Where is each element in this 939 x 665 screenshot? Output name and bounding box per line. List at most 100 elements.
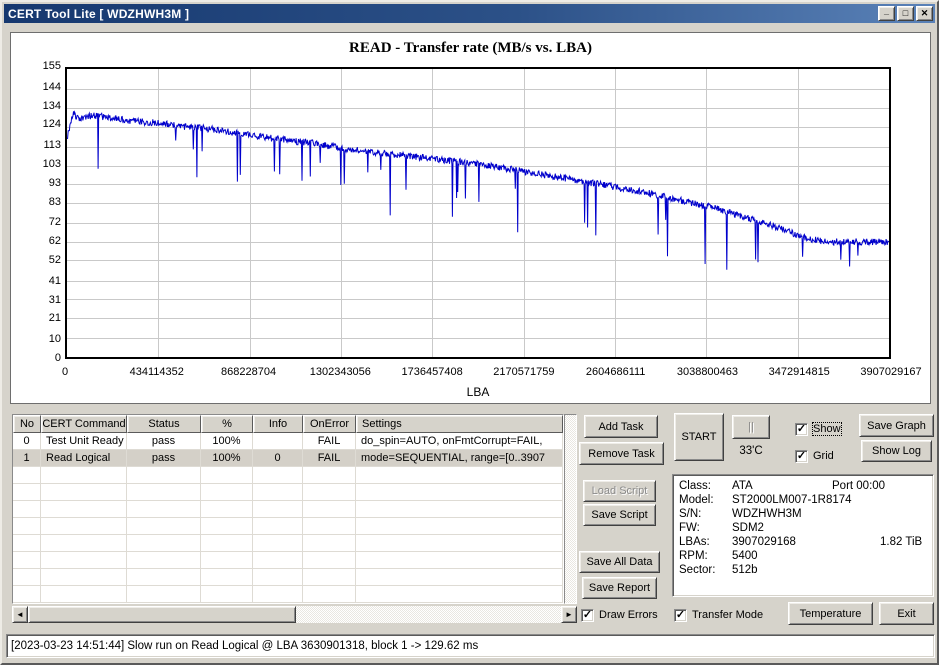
remove-task-button[interactable]: Remove Task: [579, 442, 664, 465]
show-checkbox[interactable]: ✓: [795, 423, 808, 436]
column-header-info[interactable]: Info: [253, 415, 303, 433]
table-empty-row[interactable]: [13, 535, 563, 552]
table-empty-row[interactable]: [13, 603, 563, 604]
save-report-button[interactable]: Save Report: [582, 577, 657, 599]
x-tick-label: 1736457408: [390, 366, 474, 378]
table-cell-no: [13, 484, 41, 501]
save-all-data-button[interactable]: Save All Data: [579, 551, 660, 573]
table-cell-status: pass: [127, 450, 201, 467]
table-cell-onerror: [303, 569, 356, 586]
pause-button[interactable]: ||: [732, 415, 770, 439]
table-cell-status: [127, 552, 201, 569]
transfer-mode-checkbox[interactable]: ✓: [674, 609, 687, 622]
load-script-button[interactable]: Load Script: [583, 480, 656, 502]
table-cell-percent: 100%: [201, 450, 253, 467]
drive-info-row: Sector:512b: [679, 563, 933, 577]
y-tick-label: 41: [13, 275, 61, 287]
column-header-no[interactable]: No: [13, 415, 41, 433]
table-cell-info: [253, 603, 303, 604]
exit-button[interactable]: Exit: [879, 602, 934, 625]
grid-checkbox-label[interactable]: Grid: [813, 450, 834, 462]
transfer-mode-checkbox-label[interactable]: Transfer Mode: [692, 609, 763, 621]
table-horizontal-scrollbar[interactable]: ◄ ►: [12, 606, 577, 623]
show-checkbox-label[interactable]: Show: [813, 423, 841, 435]
table-empty-row[interactable]: [13, 501, 563, 518]
table-cell-info: [253, 535, 303, 552]
y-tick-label: 124: [13, 118, 61, 130]
table-cell-percent: [201, 467, 253, 484]
table-cell-command: [41, 484, 127, 501]
table-cell-info: [253, 467, 303, 484]
y-tick-label: 0: [13, 352, 61, 364]
table-cell-status: [127, 569, 201, 586]
grid-checkbox[interactable]: ✓: [795, 450, 808, 463]
table-cell-info: [253, 484, 303, 501]
table-empty-row[interactable]: [13, 552, 563, 569]
drive-info-value: 512b: [732, 563, 758, 577]
table-cell-percent: [201, 552, 253, 569]
table-cell-no: [13, 569, 41, 586]
table-vertical-scrollbar[interactable]: [564, 414, 577, 604]
table-cell-onerror: FAIL: [303, 433, 356, 450]
table-row[interactable]: 1Read Logicalpass100%0FAILmode=SEQUENTIA…: [13, 450, 563, 467]
show-log-button[interactable]: Show Log: [861, 440, 932, 462]
task-table[interactable]: NoCERT CommandStatus%InfoOnErrorSettings…: [12, 414, 564, 604]
minimize-button[interactable]: _: [878, 6, 895, 21]
table-cell-info: [253, 501, 303, 518]
save-script-button[interactable]: Save Script: [583, 504, 656, 526]
table-empty-row[interactable]: [13, 586, 563, 603]
x-axis-label: LBA: [448, 385, 508, 399]
column-header-cert-command[interactable]: CERT Command: [41, 415, 127, 433]
table-cell-onerror: [303, 518, 356, 535]
table-empty-row[interactable]: [13, 569, 563, 586]
table-cell-no: 0: [13, 433, 41, 450]
draw-errors-checkbox[interactable]: ✓: [581, 609, 594, 622]
maximize-button[interactable]: □: [897, 6, 914, 21]
drive-info-label: Class:: [679, 479, 711, 493]
table-cell-command: [41, 535, 127, 552]
save-graph-button[interactable]: Save Graph: [859, 414, 934, 437]
drive-info-value: SDM2: [732, 521, 764, 535]
table-cell-onerror: FAIL: [303, 450, 356, 467]
y-tick-label: 10: [13, 333, 61, 345]
drive-info-value: WDZHWH3M: [732, 507, 802, 521]
draw-errors-checkbox-label[interactable]: Draw Errors: [599, 609, 658, 621]
table-cell-percent: [201, 603, 253, 604]
table-cell-no: 1: [13, 450, 41, 467]
table-cell-settings: [356, 484, 563, 501]
chart-title: READ - Transfer rate (MB/s vs. LBA): [11, 40, 930, 57]
start-button[interactable]: START: [674, 413, 724, 461]
table-empty-row[interactable]: [13, 467, 563, 484]
table-empty-row[interactable]: [13, 518, 563, 535]
y-tick-label: 72: [13, 216, 61, 228]
table-cell-settings: [356, 467, 563, 484]
drive-info-extra: Port 00:00: [832, 479, 885, 493]
app-window: CERT Tool Lite [ WDZHWH3M ] _ □ ✕ READ -…: [0, 0, 939, 665]
column-header--[interactable]: %: [201, 415, 253, 433]
table-cell-onerror: [303, 501, 356, 518]
drive-info-value: ATA: [732, 479, 753, 493]
table-cell-settings: [356, 569, 563, 586]
x-tick-label: 868228704: [207, 366, 291, 378]
transfer-rate-line: [67, 111, 889, 269]
scroll-right-icon[interactable]: ►: [561, 606, 577, 623]
temperature-button[interactable]: Temperature: [788, 602, 873, 625]
task-table-header: NoCERT CommandStatus%InfoOnErrorSettings: [13, 415, 563, 433]
table-row[interactable]: 0Test Unit Readypass100%FAILdo_spin=AUTO…: [13, 433, 563, 450]
drive-info-row: FW:SDM2: [679, 521, 933, 535]
drive-info-row: LBAs:39070291681.82 TiB: [679, 535, 933, 549]
drive-info-value: ST2000LM007-1R8174: [732, 493, 852, 507]
add-task-button[interactable]: Add Task: [584, 415, 658, 438]
scrollbar-thumb[interactable]: [28, 606, 296, 623]
table-cell-command: Test Unit Ready: [41, 433, 127, 450]
y-tick-label: 144: [13, 81, 61, 93]
close-button[interactable]: ✕: [916, 6, 933, 21]
column-header-settings[interactable]: Settings: [356, 415, 563, 433]
table-empty-row[interactable]: [13, 484, 563, 501]
column-header-onerror[interactable]: OnError: [303, 415, 356, 433]
column-header-status[interactable]: Status: [127, 415, 201, 433]
table-cell-onerror: [303, 484, 356, 501]
scroll-left-icon[interactable]: ◄: [12, 606, 28, 623]
table-cell-onerror: [303, 552, 356, 569]
table-cell-info: [253, 552, 303, 569]
